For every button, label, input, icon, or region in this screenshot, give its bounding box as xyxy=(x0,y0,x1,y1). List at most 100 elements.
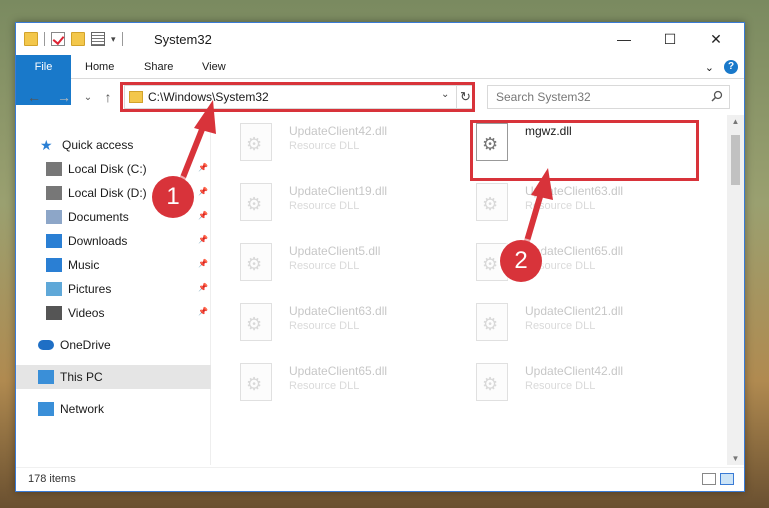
step-2-badge: 2 xyxy=(500,240,542,282)
scroll-thumb[interactable] xyxy=(731,135,740,185)
expand-ribbon-icon[interactable]: ⌄ xyxy=(705,61,714,74)
file-type: Resource DLL xyxy=(525,320,596,332)
sidebar-item-label: Downloads xyxy=(68,234,128,248)
dll-file-icon xyxy=(240,303,272,341)
file-type: Resource DLL xyxy=(525,380,596,392)
tab-share[interactable]: Share xyxy=(130,55,187,79)
details-view-icon[interactable] xyxy=(702,473,716,485)
sidebar-item-this-pc[interactable]: This PC xyxy=(16,365,211,389)
separator xyxy=(121,32,123,46)
sidebar-item-videos[interactable]: Videos 📌 xyxy=(16,301,211,325)
address-bar-highlight xyxy=(120,82,475,112)
file-item[interactable]: UpdateClient63.dll Resource DLL xyxy=(454,177,684,227)
sidebar-item-onedrive[interactable]: OneDrive xyxy=(16,333,211,357)
file-highlight xyxy=(470,120,699,181)
dll-file-icon xyxy=(476,303,508,341)
tab-view[interactable]: View xyxy=(188,55,240,79)
folder-icon[interactable] xyxy=(24,32,38,46)
file-name: UpdateClient63.dll xyxy=(525,184,624,198)
file-item[interactable]: UpdateClient5.dll Resource DLL xyxy=(218,237,448,287)
pin-icon[interactable]: 📌 xyxy=(198,211,208,221)
forward-button[interactable]: → xyxy=(54,87,74,107)
pin-icon[interactable]: 📌 xyxy=(198,163,208,173)
file-type: Resource DLL xyxy=(289,260,360,272)
scroll-up-icon[interactable]: ▲ xyxy=(727,117,744,126)
status-bar: 178 items xyxy=(16,467,744,491)
downloads-icon xyxy=(46,234,62,248)
sidebar-item-label: Quick access xyxy=(62,138,134,152)
sidebar-item-label: Music xyxy=(68,258,100,272)
up-button[interactable]: ↑ xyxy=(98,87,118,107)
sidebar-item-quick-access[interactable]: ★ Quick access xyxy=(16,133,211,157)
file-type: Resource DLL xyxy=(289,320,360,332)
file-item[interactable]: UpdateClient42.dll Resource DLL xyxy=(218,117,448,167)
search-input[interactable]: Search System32 xyxy=(496,90,591,104)
file-type: Resource DLL xyxy=(289,200,360,212)
star-icon: ★ xyxy=(40,137,53,153)
computer-icon xyxy=(38,370,54,384)
pin-icon[interactable]: 📌 xyxy=(198,259,208,269)
maximize-button[interactable]: ☐ xyxy=(647,23,693,55)
back-button[interactable]: ← xyxy=(24,87,44,107)
documents-icon xyxy=(46,210,62,224)
file-name: UpdateClient19.dll xyxy=(289,184,388,198)
window-title: System32 xyxy=(154,32,212,47)
help-icon[interactable]: ? xyxy=(724,60,738,74)
sidebar-item-pictures[interactable]: Pictures 📌 xyxy=(16,277,211,301)
vertical-scrollbar[interactable]: ▲ ▼ xyxy=(727,115,744,465)
sidebar-item-network[interactable]: Network xyxy=(16,397,211,421)
sidebar-item-label: OneDrive xyxy=(60,338,111,352)
network-icon xyxy=(38,402,54,416)
file-type: Resource DLL xyxy=(289,140,360,152)
sidebar-item-label: This PC xyxy=(60,370,103,384)
dll-file-icon xyxy=(476,183,508,221)
sidebar-item-label: Local Disk (D:) xyxy=(68,186,147,200)
sidebar-item-label: Network xyxy=(60,402,105,416)
file-item[interactable]: UpdateClient21.dll Resource DLL xyxy=(454,297,684,347)
quick-access-toolbar: ▾ xyxy=(24,31,123,47)
pin-icon[interactable]: 📌 xyxy=(198,283,208,293)
dll-file-icon xyxy=(240,363,272,401)
sidebar-item-label: Documents xyxy=(68,210,129,224)
file-name: UpdateClient42.dll xyxy=(525,364,624,378)
step-1-badge: 1 xyxy=(152,176,194,218)
search-icon xyxy=(711,90,723,102)
minimize-button[interactable]: — xyxy=(601,23,647,55)
cloud-icon xyxy=(38,340,54,350)
pin-icon[interactable]: 📌 xyxy=(198,235,208,245)
sidebar-item-music[interactable]: Music 📌 xyxy=(16,253,211,277)
ribbon-controls: ⌄ ? xyxy=(705,60,738,74)
pin-icon[interactable]: 📌 xyxy=(198,187,208,197)
pictures-icon xyxy=(46,282,62,296)
videos-icon xyxy=(46,306,62,320)
file-name: UpdateClient63.dll xyxy=(289,304,388,318)
large-icons-view-icon[interactable] xyxy=(720,473,734,485)
dll-file-icon xyxy=(240,243,272,281)
pin-icon[interactable]: 📌 xyxy=(198,307,208,317)
customize-toolbar-icon[interactable]: ▾ xyxy=(111,34,116,45)
new-folder-icon[interactable] xyxy=(71,32,85,46)
file-item[interactable]: UpdateClient65.dllResource DLL xyxy=(218,357,448,407)
sidebar-item-label: Videos xyxy=(68,306,105,320)
file-item[interactable]: UpdateClient63.dll Resource DLL xyxy=(218,297,448,347)
properties-check-icon[interactable] xyxy=(51,32,65,46)
dll-file-icon xyxy=(476,363,508,401)
dll-file-icon xyxy=(240,123,272,161)
file-item[interactable]: UpdateClient19.dll Resource DLL xyxy=(218,177,448,227)
scroll-down-icon[interactable]: ▼ xyxy=(727,454,744,463)
separator xyxy=(44,32,45,46)
recent-locations-button[interactable]: ⌄ xyxy=(78,87,98,107)
close-button[interactable]: ✕ xyxy=(693,23,739,55)
drive-icon xyxy=(46,186,62,200)
tab-home[interactable]: Home xyxy=(71,55,128,79)
file-item[interactable]: UpdateClient42.dll Resource DLL xyxy=(454,357,684,407)
music-icon xyxy=(46,258,62,272)
view-toggle xyxy=(702,473,734,485)
file-name: UpdateClient5.dll xyxy=(289,244,381,258)
file-item[interactable]: UpdateClient65.dllResource DLL xyxy=(454,237,684,287)
sidebar-item-downloads[interactable]: Downloads 📌 xyxy=(16,229,211,253)
properties-icon[interactable] xyxy=(91,32,105,46)
title-bar: ▾ System32 — ☐ ✕ xyxy=(16,23,744,55)
file-type: Resource DLL xyxy=(525,200,596,212)
search-box[interactable]: Search System32 xyxy=(487,85,730,109)
